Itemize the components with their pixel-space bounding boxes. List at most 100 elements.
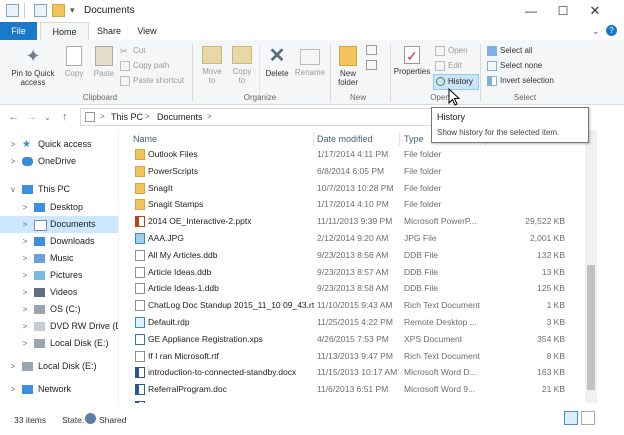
select-all-button[interactable]: Select all [487, 44, 532, 58]
expand-chevron-icon[interactable]: > [8, 358, 18, 375]
file-size: 13 KB [541, 266, 565, 277]
properties-button[interactable]: ✓ Properties [392, 46, 432, 76]
copy-button[interactable]: Copy [60, 46, 88, 78]
nav-item[interactable]: > Downloads [0, 233, 118, 250]
copy-label: Copy [64, 69, 84, 78]
edit-button[interactable]: Edit [435, 59, 462, 73]
paste-button[interactable]: Paste [89, 46, 119, 78]
file-row[interactable]: 2014 OE_Interactive-2.pptx 11/11/2013 9:3… [127, 213, 597, 230]
breadcrumb-this-pc[interactable]: This PC [111, 112, 143, 122]
tab-home[interactable]: Home [40, 22, 89, 41]
easy-access-icon[interactable] [366, 60, 377, 70]
invert-selection-button[interactable]: Invert selection [487, 74, 554, 88]
new-folder-button[interactable]: New folder [334, 46, 362, 87]
nav-item[interactable]: > Network [0, 381, 118, 398]
paste-shortcut-button[interactable]: Paste shortcut [120, 74, 184, 88]
scrollbar-thumb[interactable] [587, 265, 595, 390]
file-row[interactable]: SnagIt 10/7/2013 10:28 PM File folder [127, 180, 597, 197]
app-icon[interactable] [6, 4, 19, 17]
help-icon[interactable]: ? [606, 25, 617, 36]
up-arrow-icon[interactable]: ↑ [62, 111, 68, 123]
nav-item[interactable]: > Music [0, 250, 118, 267]
rename-button[interactable]: Rename [293, 46, 327, 77]
column-divider[interactable] [399, 132, 400, 146]
nav-item-label: Quick access [38, 139, 92, 149]
details-view-icon[interactable] [564, 411, 578, 425]
file-row[interactable]: Article Ideas.ddb 9/23/2013 8:57 AM DDB Fi… [127, 264, 597, 281]
select-none-button[interactable]: Select none [487, 59, 542, 73]
expand-chevron-icon[interactable]: > [8, 136, 18, 153]
expand-chevron-icon[interactable]: > [8, 153, 18, 170]
nav-item[interactable]: > Local Disk (E:) [0, 358, 118, 375]
minimize-button[interactable]: — [515, 0, 547, 22]
nav-item[interactable]: > Videos [0, 284, 118, 301]
nav-item[interactable]: > Pictures [0, 267, 118, 284]
new-folder-quick-icon[interactable] [52, 4, 65, 17]
expand-chevron-icon[interactable]: > [20, 335, 30, 352]
maximize-button[interactable]: ☐ [547, 0, 579, 22]
nav-item[interactable]: > OS (C:) [0, 301, 118, 318]
forward-arrow-icon[interactable]: → [26, 111, 37, 123]
expand-chevron-icon[interactable]: v [8, 181, 18, 198]
column-divider[interactable] [313, 132, 314, 146]
address-sep[interactable]: > [100, 112, 105, 121]
properties-quick-icon[interactable] [34, 4, 47, 17]
delete-button[interactable]: ✕ Delete [262, 46, 292, 78]
ribbon-collapse-icon[interactable]: ⌄ [592, 26, 600, 37]
open-button[interactable]: Open [435, 44, 468, 58]
expand-chevron-icon[interactable]: > [20, 233, 30, 250]
nav-item[interactable]: > OneDrive [0, 153, 118, 170]
file-row[interactable]: introduction-to-connected-standby.docx 11… [127, 364, 597, 381]
file-row[interactable]: AAA.JPG 2/12/2014 9:20 AM JPG File 2,001 KB [127, 230, 597, 247]
cut-button[interactable]: ✂ Cut [120, 44, 145, 58]
paste-shortcut-icon [120, 75, 130, 86]
quick-access-toolbar-dropdown-icon[interactable]: ▾ [70, 5, 75, 16]
file-row[interactable]: ChatLog Doc Standup 2015_11_10 09_43.rtf… [127, 297, 597, 314]
address-input[interactable]: > This PC > Documents > [80, 108, 462, 126]
file-row[interactable]: Outlook Files 1/17/2014 4:11 PM File folde… [127, 146, 597, 163]
file-type: Rich Text Document [404, 350, 480, 361]
file-row[interactable]: Default.rdp 11/25/2015 4:22 PM Remote Desk… [127, 314, 597, 331]
expand-chevron-icon[interactable]: > [20, 216, 30, 233]
file-row[interactable]: ReferralProgram.doc 11/6/2013 6:51 PM Micr… [127, 381, 597, 398]
nav-item[interactable]: > DVD RW Drive (D:) E [0, 318, 118, 335]
address-sep[interactable]: > [145, 112, 150, 121]
nav-item[interactable]: > Documents [0, 216, 118, 233]
pin-to-quick-access-button[interactable]: ✦ Pin to Quick access [6, 46, 60, 87]
file-row[interactable]: If I ran Microsoft.rtf 11/13/2013 9:47 PM… [127, 348, 597, 365]
expand-chevron-icon[interactable]: > [20, 318, 30, 335]
tab-view[interactable]: View [131, 22, 163, 40]
file-row[interactable]: GE Appliance Registration.xps 4/26/2015 7… [127, 331, 597, 348]
word-file-icon [135, 367, 145, 379]
tab-file[interactable]: File [0, 22, 37, 40]
file-row[interactable]: All My Articles.ddb 9/23/2013 8:56 AM DDB … [127, 247, 597, 264]
breadcrumb-documents[interactable]: Documents [157, 112, 203, 122]
move-to-button[interactable]: Move to [197, 46, 227, 85]
vertical-scrollbar[interactable] [585, 130, 597, 403]
nav-item[interactable]: v This PC [0, 181, 118, 198]
nav-item[interactable]: > Local Disk (E:) [0, 335, 118, 352]
expand-chevron-icon[interactable]: > [8, 381, 18, 398]
select-all-icon [487, 45, 497, 56]
address-sep[interactable]: > [207, 112, 212, 121]
tab-share[interactable]: Share [90, 22, 128, 40]
expand-chevron-icon[interactable]: > [20, 267, 30, 284]
file-row[interactable]: Article Ideas-1.ddb 9/23/2013 8:58 AM DDB … [127, 280, 597, 297]
file-date: 1/17/2014 4:10 PM [317, 199, 389, 210]
expand-chevron-icon[interactable]: > [20, 301, 30, 318]
nav-item[interactable]: > ★ Quick access [0, 136, 118, 153]
nav-item[interactable]: > Desktop [0, 199, 118, 216]
expand-chevron-icon[interactable]: > [20, 284, 30, 301]
expand-chevron-icon[interactable]: > [20, 250, 30, 267]
back-arrow-icon[interactable]: ← [8, 111, 19, 123]
recent-locations-chevron-icon[interactable]: ⌄ [44, 113, 51, 122]
copy-to-button[interactable]: Copy to [228, 46, 256, 85]
copy-path-button[interactable]: Copy path [120, 59, 169, 73]
file-row[interactable]: PowerScripts 6/8/2014 6:05 PM File folder [127, 163, 597, 180]
large-icons-view-icon[interactable] [581, 411, 595, 425]
expand-chevron-icon[interactable]: > [20, 199, 30, 216]
new-item-icon[interactable] [366, 45, 377, 55]
file-size: 29,522 KB [525, 216, 565, 227]
file-row[interactable]: Snagit Stamps 1/17/2014 4:10 PM File folde… [127, 196, 597, 213]
close-button[interactable]: ✕ [579, 0, 611, 22]
